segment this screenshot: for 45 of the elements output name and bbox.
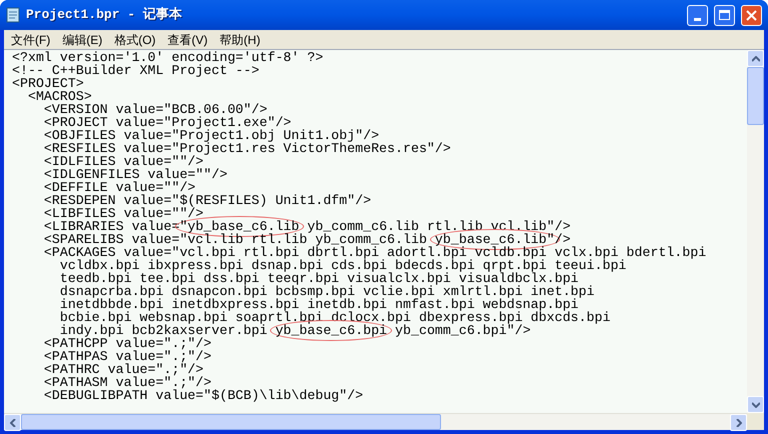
close-button[interactable] — [741, 4, 762, 26]
maximize-button[interactable] — [714, 4, 735, 26]
code-line: <PATHCPP value=".;"/> — [42, 337, 212, 350]
code-line: dsnapcrba.bpi dsnapcon.bpi bcbsmp.bpi vclie.bpi xmlrtl.bpi inet.bpi — [58, 285, 596, 298]
code-line: teedb.bpi tee.bpi dss.bpi teeqr.bpi visualclx.bpi visualdbclx.bpi — [58, 272, 579, 285]
code-line: <VERSION value="BCB.06.00"/> — [42, 103, 268, 116]
notepad-icon — [6, 7, 20, 23]
scroll-right-button[interactable] — [730, 414, 747, 431]
code-line: <PATHPAS value=".;"/> — [42, 350, 212, 363]
scroll-down-button[interactable] — [747, 396, 764, 413]
code-line: <DEBUGLIBPATH value="$(BCB)\lib\debug"/> — [42, 389, 364, 402]
code-line: <DEFFILE value=""/> — [42, 181, 196, 194]
code-line: <LIBFILES value=""/> — [42, 207, 204, 220]
menu-item[interactable]: 文件(F) — [10, 30, 52, 48]
code-line: <OBJFILES value="Project1.obj Unit1.obj"/> — [42, 129, 380, 142]
code-line: <MACROS> — [26, 90, 93, 103]
code-line: inetdbbde.bpi inetdbxpress.bpi inetdb.bpi nmfast.bpi webdsnap.bpi — [58, 298, 579, 311]
minimize-button[interactable] — [687, 4, 708, 26]
vertical-scrollbar[interactable] — [747, 50, 764, 430]
code-text: <SPARELIBS value="vcl.lib rtl.lib yb_comm_c6.lib — [42, 232, 427, 247]
menu-item[interactable]: 查看(V) — [166, 30, 209, 48]
code-line: <PATHASM value=".;"/> — [42, 376, 212, 389]
code-line: <PROJECT value="Project1.exe"/> — [42, 116, 292, 129]
scroll-up-button[interactable] — [747, 50, 764, 67]
code-text: yb_comm_c6.bpi"/> — [395, 323, 531, 338]
menu-item[interactable]: 帮助(H) — [218, 30, 262, 48]
scroll-thumb[interactable] — [747, 67, 764, 125]
size-grip[interactable] — [747, 413, 764, 430]
code-line: <RESFILES value="Project1.res VictorThemeRes.res"/> — [42, 142, 452, 155]
code-line: vcldbx.bpi ibxpress.bpi dsnap.bpi cds.bpi bdecds.bpi qrpt.bpi teeui.bpi — [58, 259, 628, 272]
horizontal-scrollbar[interactable] — [4, 413, 747, 430]
code-text: indy.bpi bcb2kaxserver.bpi — [58, 323, 268, 338]
scroll-thumb[interactable] — [21, 414, 441, 430]
close-icon — [746, 10, 757, 20]
window-title: Project1.bpr - 记事本 — [26, 6, 182, 24]
code-line: <?xml version='1.0' encoding='utf-8' ?> — [12, 51, 324, 64]
code-line: <!-- C++Builder XML Project --> — [12, 64, 260, 77]
code-line: <PROJECT> — [12, 77, 85, 90]
menu-item[interactable]: 编辑(E) — [61, 30, 104, 48]
code-line: <IDLFILES value=""/> — [42, 155, 204, 168]
menu-item[interactable]: 格式(O) — [113, 30, 157, 48]
code-line: <IDLGENFILES value=""/> — [42, 168, 228, 181]
code-line: <RESDEPEN value="$(RESFILES) Unit1.dfm"/> — [42, 194, 372, 207]
code-line: <PATHRC value=".;"/> — [42, 363, 204, 376]
scroll-left-button[interactable] — [4, 414, 21, 431]
